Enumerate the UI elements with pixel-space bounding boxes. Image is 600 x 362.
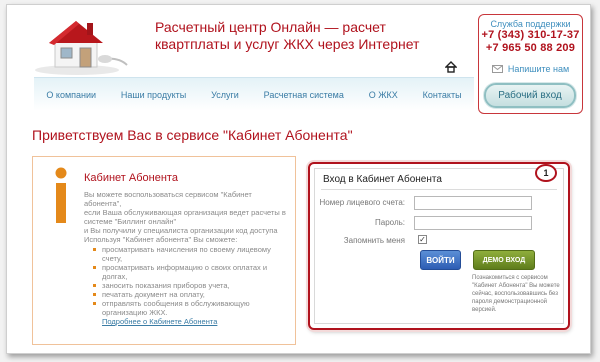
welcome-heading: Приветствуем Вас в сервисе "Кабинет Абон…: [32, 127, 353, 143]
feature-list: просматривать начисления по своему лицев…: [93, 245, 289, 317]
nav-item-billing-system[interactable]: Расчетная система: [264, 90, 344, 100]
info-text-line: Вы можете воспользоваться сервисом "Каби…: [84, 190, 252, 208]
support-phone-1: +7 (343) 310-17-37: [481, 29, 580, 41]
nav-item-services[interactable]: Услуги: [211, 90, 239, 100]
write-us-label: Напишите нам: [507, 64, 570, 74]
home-icon[interactable]: [445, 61, 457, 73]
site-title: Расчетный центр Онлайн — расчет квартпла…: [155, 19, 420, 52]
write-us-link[interactable]: Напишите нам: [479, 64, 582, 74]
list-item: печатать документ на оплату,: [93, 290, 289, 299]
demo-description: Познакомиться с сервисом "Кабинет Абонен…: [472, 275, 560, 313]
main-nav: О компании Наши продукты Услуги Расчетна…: [34, 77, 474, 111]
support-phone-2: +7 965 50 88 209: [485, 42, 576, 54]
nav-item-contacts[interactable]: Контакты: [423, 90, 462, 100]
list-item: заносить показания приборов учета,: [93, 281, 289, 290]
callout-badge: 1: [535, 164, 557, 182]
account-number-input[interactable]: [414, 196, 532, 210]
password-input[interactable]: [414, 216, 532, 230]
mail-icon: [491, 65, 503, 73]
info-icon: [55, 167, 67, 223]
page-frame: Расчетный центр Онлайн — расчет квартпла…: [6, 4, 591, 354]
support-label: Служба поддержки: [490, 19, 571, 29]
list-item: просматривать начисления по своему лицев…: [93, 245, 289, 263]
nav-item-about[interactable]: О компании: [46, 90, 96, 100]
login-title: Вход в Кабинет Абонента: [323, 174, 442, 185]
nav-item-products[interactable]: Наши продукты: [121, 90, 186, 100]
info-text: Вы можете воспользоваться сервисом "Каби…: [84, 190, 289, 326]
work-login-button[interactable]: Рабочий вход: [484, 83, 576, 108]
info-text-line: Используя "Кабинет абонента" Вы сможете:: [84, 235, 238, 244]
nav-item-about-housing[interactable]: О ЖКХ: [369, 90, 398, 100]
account-label: Номер лицевого счета:: [319, 198, 405, 207]
demo-login-button[interactable]: ДЕМО ВХОД: [473, 250, 535, 270]
info-panel: Кабинет Абонента Вы можете воспользовать…: [32, 156, 296, 345]
remember-label: Запомнить меня: [343, 236, 405, 245]
list-item: отправлять сообщения в обслуживающую орг…: [93, 299, 289, 317]
list-item: просматривать информацию о своих оплатах…: [93, 263, 289, 281]
password-label: Пароль:: [375, 218, 405, 227]
login-form: Вход в Кабинет Абонента Номер лицевого с…: [314, 168, 564, 324]
info-text-line: и Вы получили у специалиста организации …: [84, 226, 278, 235]
info-title: Кабинет Абонента: [84, 172, 178, 184]
enter-button[interactable]: ВОЙТИ: [420, 250, 461, 270]
divider: [321, 189, 557, 190]
login-panel: Вход в Кабинет Абонента Номер лицевого с…: [308, 162, 570, 330]
house-logo-icon: [35, 21, 128, 75]
remember-checkbox[interactable]: ✓: [418, 235, 427, 244]
info-text-line: если Ваша обслуживающая организация веде…: [84, 208, 286, 226]
more-info-link[interactable]: Подробнее о Кабинете Абонента: [102, 317, 289, 326]
